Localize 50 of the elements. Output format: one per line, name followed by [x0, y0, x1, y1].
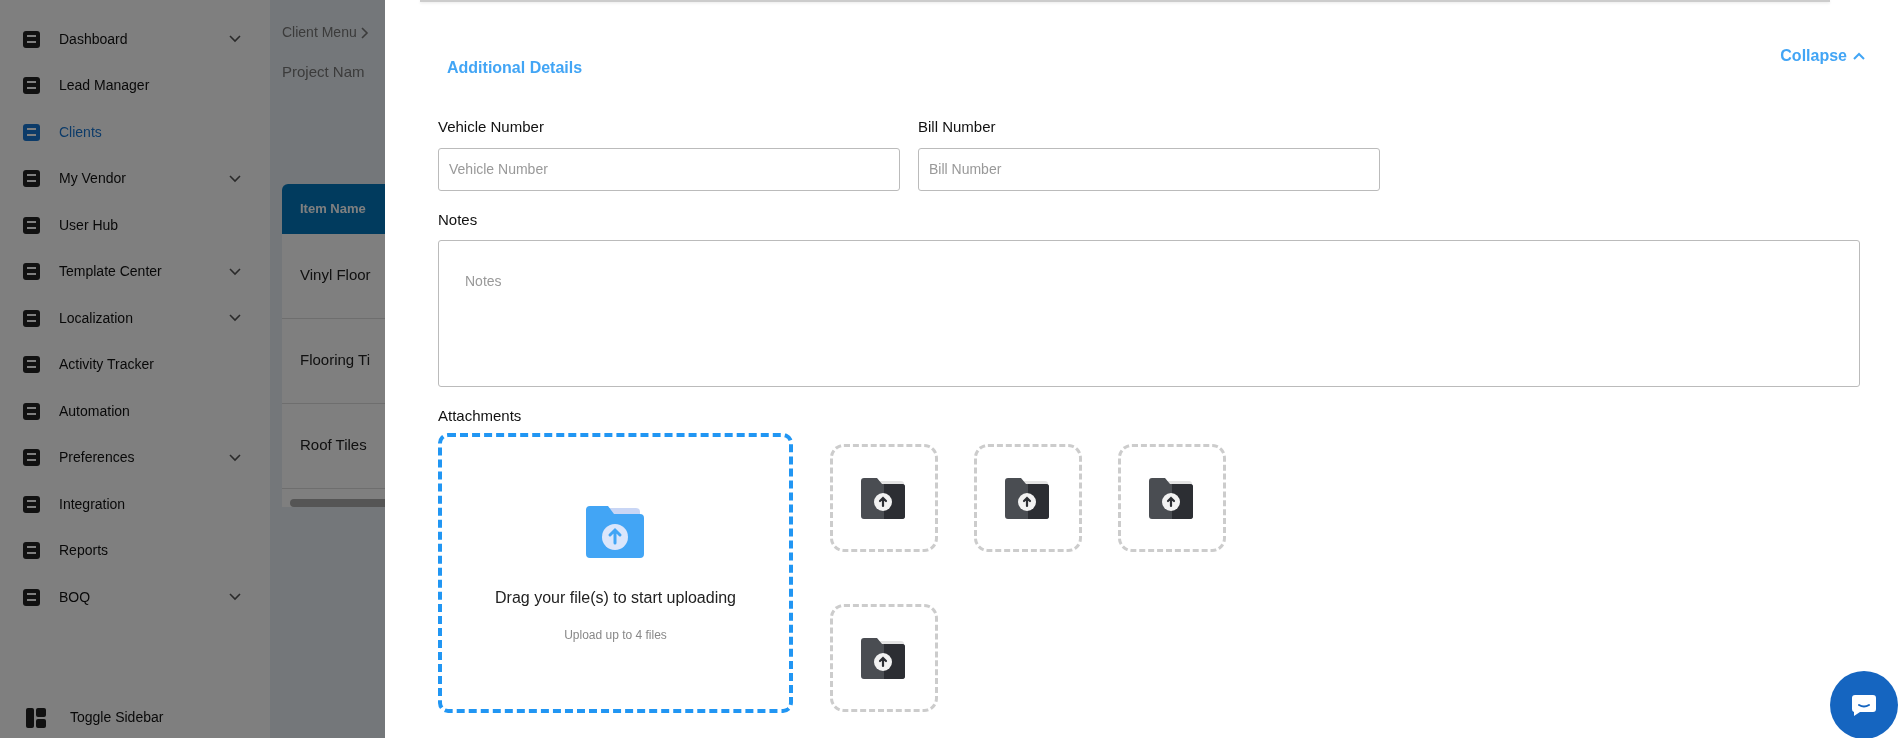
sidebar-item[interactable]: My Vendor [0, 155, 270, 202]
sidebar-item[interactable]: BOQ [0, 574, 270, 621]
sidebar-item[interactable]: Activity Tracker [0, 341, 270, 388]
collapse-button[interactable]: Collapse [1780, 46, 1865, 66]
breadcrumb-link[interactable]: Client Menu [282, 22, 357, 43]
menu-item-icon [22, 587, 41, 607]
notes-field[interactable]: Notes [438, 240, 1860, 387]
sidebar-item[interactable]: Preferences [0, 434, 270, 481]
sidebar-item[interactable]: User Hub [0, 202, 270, 249]
menu-item-icon [22, 262, 41, 282]
menu-item-icon [22, 401, 41, 421]
menu-item-icon [22, 76, 41, 96]
sidebar-item[interactable]: Lead Manager [0, 62, 270, 109]
field-label: Vehicle Number [438, 117, 545, 137]
upload-slot[interactable] [974, 443, 1082, 552]
input-field[interactable]: Bill Number [918, 147, 1380, 191]
sidebar-item[interactable]: Localization [0, 295, 270, 342]
input-field[interactable]: Vehicle Number [438, 147, 900, 191]
sidebar-item[interactable]: Automation [0, 388, 270, 435]
file-drop-zone[interactable]: Drag your file(s) to start uploading Upload up to 4 files [438, 432, 793, 713]
drop-zone-hint: Upload up to 4 files [564, 626, 667, 644]
field-label: Bill Number [918, 117, 997, 137]
menu-item-icon [22, 355, 41, 375]
page-title: Project Nam [282, 62, 366, 82]
menu-item-icon [22, 29, 41, 49]
sidebar-item[interactable]: Dashboard [0, 16, 270, 63]
menu-item-icon [22, 308, 41, 328]
field-label: Attachments [438, 406, 523, 426]
menu-item-icon [22, 541, 41, 561]
chevron-up-icon [1853, 52, 1865, 60]
menu-item-icon [22, 215, 41, 235]
upload-slot[interactable] [1118, 443, 1226, 552]
drop-zone-title: Drag your file(s) to start uploading [495, 587, 736, 608]
menu-item-icon [22, 448, 41, 468]
menu-item-icon [22, 122, 41, 142]
field-label: Notes [438, 209, 479, 230]
chat-icon [1851, 694, 1877, 716]
toggle-sidebar-button[interactable]: Toggle Sidebar [0, 707, 270, 728]
chevron-right-icon [360, 26, 369, 39]
upload-slot[interactable] [830, 603, 938, 712]
upload-slot[interactable] [830, 443, 938, 552]
section-title: Additional Details [447, 58, 583, 78]
sidebar-item[interactable]: Template Center [0, 248, 270, 295]
sidebar-item[interactable]: Reports [0, 527, 270, 574]
column-header: Item Name [282, 183, 385, 234]
sidebar-item[interactable]: Integration [0, 481, 270, 528]
menu-item-icon [22, 494, 41, 514]
layout-icon [26, 707, 46, 728]
sidebar-item[interactable]: Clients [0, 109, 270, 156]
menu-item-icon [22, 169, 41, 189]
